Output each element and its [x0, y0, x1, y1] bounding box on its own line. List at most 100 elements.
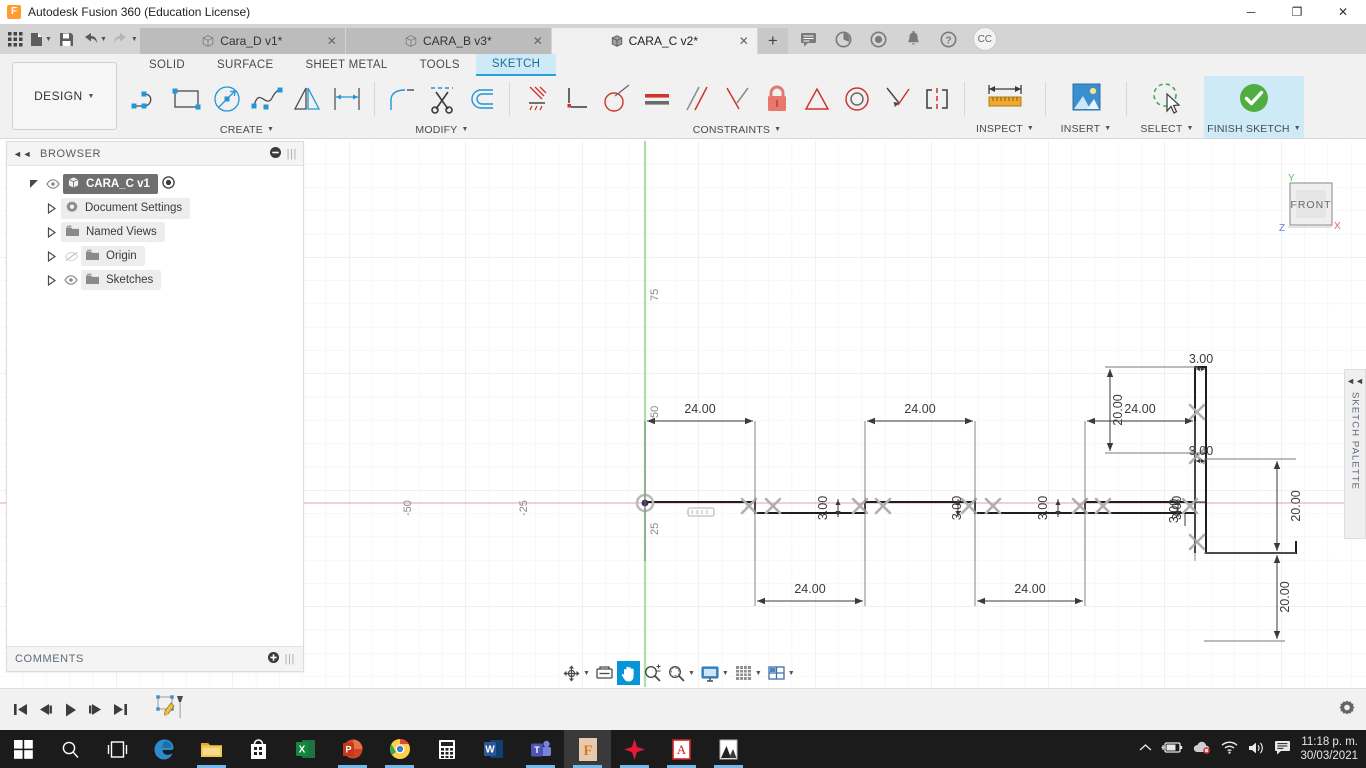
chrome-icon[interactable] — [376, 730, 423, 768]
tree-row[interactable]: Sketches — [7, 268, 303, 292]
panel-finish-sketch[interactable]: FINISH SKETCH ▼ — [1204, 76, 1304, 138]
autodesk-icon[interactable] — [611, 730, 658, 768]
microsoft-store-icon[interactable] — [235, 730, 282, 768]
close-icon[interactable]: ✕ — [327, 34, 337, 48]
task-view-icon[interactable] — [94, 730, 141, 768]
teams-icon[interactable]: T — [517, 730, 564, 768]
horizontal-vertical-icon[interactable] — [558, 77, 596, 121]
tree-row[interactable]: Named Views — [7, 220, 303, 244]
onedrive-error-icon[interactable] — [1192, 741, 1212, 757]
action-center-icon[interactable] — [1274, 740, 1291, 758]
collapse-right-icon[interactable]: ◄◄ — [1346, 376, 1364, 386]
symmetry-icon[interactable] — [918, 77, 956, 121]
new-file-icon[interactable]: ▼ — [28, 26, 54, 52]
view-cube[interactable]: FRONT Y X Z — [1274, 169, 1346, 242]
dimension-icon[interactable] — [328, 77, 366, 121]
browser-node-named-views[interactable]: Named Views — [61, 222, 165, 242]
tab-tools[interactable]: TOOLS — [404, 54, 476, 76]
zoom-icon[interactable] — [641, 661, 664, 685]
midpoint-icon[interactable] — [798, 77, 836, 121]
zoom-window-icon[interactable]: ▼ — [665, 661, 697, 685]
help-icon[interactable]: ? — [932, 26, 965, 52]
equal-icon[interactable] — [638, 77, 676, 121]
panel-select[interactable]: SELECT ▼ — [1130, 76, 1204, 138]
pan-hand-icon[interactable] — [616, 661, 640, 685]
photos-icon[interactable] — [705, 730, 752, 768]
play-icon[interactable] — [58, 695, 83, 725]
panel-inspect[interactable]: INSPECT ▼ — [968, 76, 1042, 138]
rectangle-icon[interactable] — [168, 77, 206, 121]
display-settings-icon[interactable]: ▼ — [698, 661, 731, 685]
show-hidden-icons-icon[interactable] — [1139, 743, 1152, 755]
tree-row[interactable]: Document Settings — [7, 196, 303, 220]
extension-icon[interactable] — [827, 26, 860, 52]
powerpoint-icon[interactable]: P — [329, 730, 376, 768]
sketch-feature-icon[interactable] — [153, 694, 187, 725]
activate-component-radio[interactable] — [162, 176, 175, 192]
browser-node-document-settings[interactable]: Document Settings — [61, 197, 191, 219]
fillet-icon[interactable] — [383, 77, 421, 121]
tangent-icon[interactable] — [598, 77, 636, 121]
fix-ground-icon[interactable] — [518, 77, 556, 121]
twisty-closed-icon[interactable] — [43, 202, 61, 214]
dimension-thickness-2[interactable]: 3.00 — [950, 496, 964, 520]
maximize-button[interactable]: ❐ — [1274, 0, 1320, 24]
close-icon[interactable]: ✕ — [739, 34, 749, 48]
line-icon[interactable] — [128, 77, 166, 121]
edge-browser-icon[interactable] — [141, 730, 188, 768]
viewports-icon[interactable]: ▼ — [765, 661, 797, 685]
spline-icon[interactable] — [248, 77, 286, 121]
browser-node-cara-c[interactable]: CARA_C v1 — [63, 174, 158, 194]
go-to-end-icon[interactable] — [108, 695, 133, 725]
parallel-icon[interactable] — [678, 77, 716, 121]
document-tab-1[interactable]: Cara_D v1* ✕ — [139, 28, 345, 54]
grid-apps-icon[interactable] — [4, 26, 26, 52]
perpendicular-icon[interactable] — [718, 77, 756, 121]
avatar[interactable]: CC — [972, 27, 997, 51]
tab-sketch[interactable]: SKETCH — [475, 54, 557, 76]
tab-solid[interactable]: SOLID — [133, 54, 201, 76]
grid-snaps-icon[interactable]: ▼ — [732, 661, 764, 685]
clock[interactable]: 11:18 p. m. 30/03/2021 — [1300, 735, 1358, 764]
panel-resize-handle[interactable]: ||| — [285, 653, 295, 665]
eye-hidden-icon[interactable] — [61, 251, 81, 262]
volume-icon[interactable] — [1247, 741, 1265, 758]
tree-row[interactable]: CARA_C v1 — [7, 172, 303, 196]
look-at-icon[interactable] — [593, 661, 616, 685]
document-tab-2[interactable]: CARA_B v3* ✕ — [345, 28, 551, 54]
close-icon[interactable]: ✕ — [533, 34, 543, 48]
comment-icon[interactable] — [792, 26, 825, 52]
twisty-closed-icon[interactable] — [43, 274, 61, 286]
document-tab-3-active[interactable]: CARA_C v2* ✕ — [551, 28, 757, 54]
mirror-icon[interactable] — [288, 77, 326, 121]
browser-node-origin[interactable]: Origin — [81, 246, 145, 266]
eye-visible-icon[interactable] — [43, 179, 63, 189]
sketch-palette-panel[interactable]: ◄◄ SKETCH PALETTE — [1344, 369, 1366, 539]
minimize-button[interactable]: ─ — [1228, 0, 1274, 24]
gear-icon[interactable] — [1338, 699, 1356, 720]
step-back-icon[interactable] — [33, 695, 58, 725]
tree-row[interactable]: Origin — [7, 244, 303, 268]
workspace-switcher-button[interactable]: DESIGN ▼ — [12, 62, 117, 130]
circle-icon[interactable] — [208, 77, 246, 121]
trim-scissors-icon[interactable] — [423, 77, 461, 121]
twisty-closed-icon[interactable] — [43, 226, 61, 238]
new-tab-button[interactable]: + — [757, 28, 788, 54]
twisty-closed-icon[interactable] — [43, 250, 61, 262]
go-to-beginning-icon[interactable] — [8, 695, 33, 725]
offset-icon[interactable] — [463, 77, 501, 121]
comments-bar[interactable]: COMMENTS ||| — [7, 646, 303, 671]
step-forward-icon[interactable] — [83, 695, 108, 725]
wifi-icon[interactable] — [1221, 741, 1238, 757]
notification-bell-icon[interactable] — [897, 26, 930, 52]
job-status-icon[interactable] — [862, 26, 895, 52]
collinear-icon[interactable] — [878, 77, 916, 121]
tab-sheet-metal[interactable]: SHEET METAL — [289, 54, 403, 76]
panel-modify-label[interactable]: MODIFY ▼ — [383, 121, 501, 138]
panel-constraints-label[interactable]: CONSTRAINTS ▼ — [518, 121, 956, 138]
plus-circle-icon[interactable] — [267, 652, 279, 666]
panel-create-label[interactable]: CREATE ▼ — [128, 121, 366, 138]
calculator-icon[interactable] — [423, 730, 470, 768]
twisty-open-icon[interactable] — [25, 179, 43, 189]
collapse-left-icon[interactable]: ◄◄ — [13, 149, 32, 159]
